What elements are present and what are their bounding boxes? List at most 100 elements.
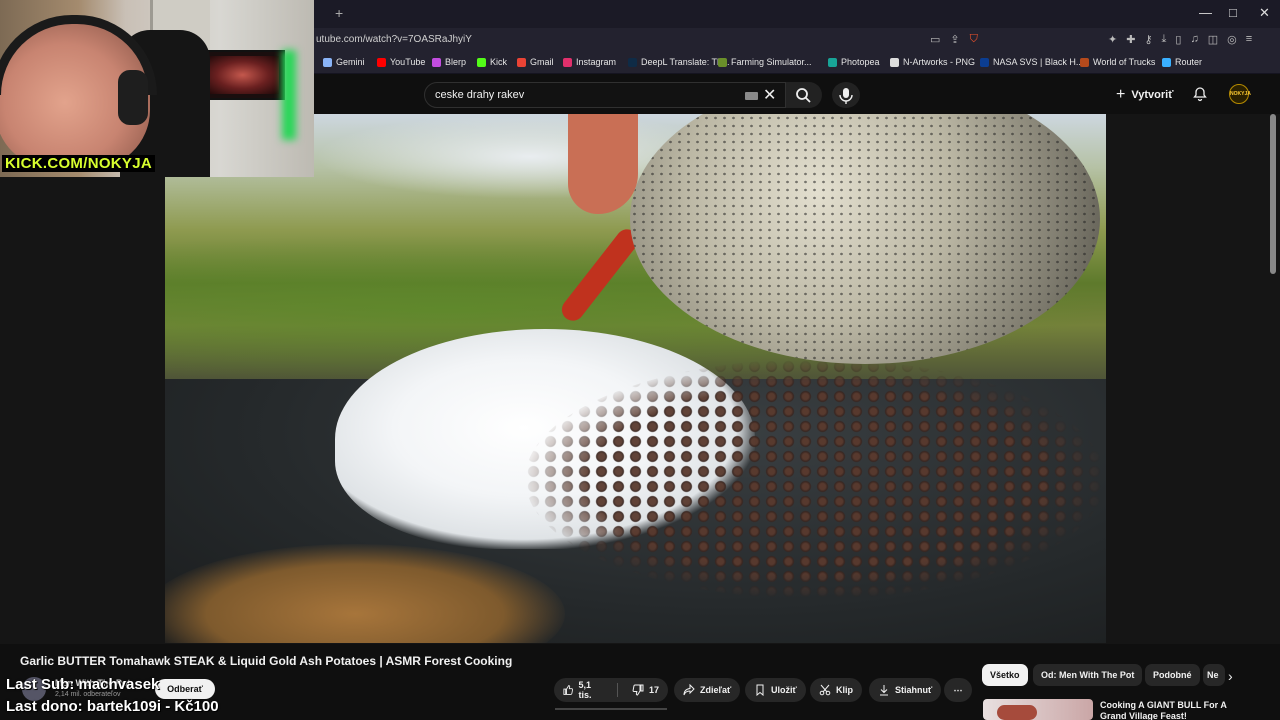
microphone-icon	[839, 88, 853, 104]
webcam-monitor	[200, 50, 285, 100]
bookmark-favicon-icon	[1162, 57, 1171, 67]
subscribe-button[interactable]: Odberať	[155, 679, 215, 699]
chip-all[interactable]: Všetko	[982, 664, 1028, 686]
save-button[interactable]: Uložiť	[745, 678, 806, 702]
kick-channel-label: KICK.COM/NOKYJA	[2, 155, 156, 172]
brave-shield-icon[interactable]: ⛉	[970, 33, 978, 46]
dislike-count: 17	[648, 685, 659, 695]
search-input[interactable]: ceske drahy rakev ✕	[424, 82, 786, 108]
scissors-icon	[819, 684, 831, 696]
like-button[interactable]: 5,1 tis.	[554, 678, 612, 702]
bookmark-label: YouTube	[390, 57, 426, 67]
bookmark-favicon-icon	[323, 57, 332, 67]
video-stage	[0, 114, 1280, 644]
url-actions: ▭ ⇪ ⛉	[930, 33, 978, 46]
maximize-button[interactable]: □	[1229, 5, 1237, 20]
like-ratio-bar	[555, 708, 667, 710]
toolbar-icons: ✦ ✚ ⚷ ⤓ ▯ ♫ ◫ ◎ ≡	[1108, 33, 1252, 46]
bookmark-item[interactable]: World of Trucks	[1080, 57, 1155, 67]
search-button[interactable]	[786, 82, 822, 108]
bookmark-label: Router	[1175, 57, 1203, 67]
menu-icon[interactable]: ≡	[1246, 33, 1252, 46]
extension-icon[interactable]: ✦	[1108, 33, 1117, 46]
bookmark-favicon-icon	[377, 57, 386, 67]
key-icon[interactable]: ⚷	[1144, 33, 1152, 46]
music-icon[interactable]: ♫	[1190, 33, 1198, 46]
download-icon[interactable]: ⤓	[1162, 33, 1167, 46]
chip-related[interactable]: Podobné	[1145, 664, 1200, 686]
bookmark-item[interactable]: DeepL Translate: Th...	[628, 57, 730, 67]
bookmark-item[interactable]: Farming Simulator...	[718, 57, 812, 67]
search-icon	[796, 88, 811, 103]
trash-icon[interactable]: ▯	[1175, 33, 1181, 46]
more-icon: ⋯	[953, 684, 963, 695]
bookmark-item[interactable]: Gemini	[323, 57, 365, 67]
bookmark-label: N-Artworks - PNG	[903, 57, 975, 67]
bookmark-label: NASA SVS | Black H...	[993, 57, 1084, 67]
bookmark-label: Kick	[490, 57, 508, 67]
close-window-button[interactable]: ✕	[1259, 5, 1270, 21]
wallet-icon[interactable]: ◎	[1227, 33, 1237, 46]
create-button[interactable]: + Vytvoriť	[1116, 86, 1174, 104]
more-actions-button[interactable]: ⋯	[944, 678, 972, 702]
bookmark-item[interactable]: Router	[1162, 57, 1202, 67]
share-icon[interactable]: ⇪	[950, 33, 959, 46]
bookmark-favicon-icon	[477, 57, 486, 67]
clip-button[interactable]: Klip	[810, 678, 862, 702]
video-title: Garlic BUTTER Tomahawk STEAK & Liquid Go…	[20, 654, 513, 668]
bookmark-item[interactable]: Photopea	[828, 57, 880, 67]
minimize-button[interactable]: —	[1199, 5, 1212, 20]
bookmark-item[interactable]: Gmail	[517, 57, 554, 67]
chip-from-channel[interactable]: Od: Men With The Pot	[1033, 664, 1143, 686]
bookmark-favicon-icon	[828, 57, 837, 67]
bookmark-label: DeepL Translate: Th...	[641, 57, 730, 67]
stream-last-sub: Last Sub: machvasek	[6, 676, 160, 693]
new-tab-button[interactable]: +	[335, 5, 343, 21]
bookmark-label: Farming Simulator...	[731, 57, 812, 67]
share-button[interactable]: Zdieľať	[674, 678, 741, 702]
screen-icon[interactable]: ▭	[930, 33, 940, 46]
chevron-right-icon[interactable]: ›	[1228, 668, 1233, 684]
download-button[interactable]: Stiahnuť	[869, 678, 942, 702]
recommendation-thumbnail[interactable]	[983, 699, 1093, 720]
bookmark-favicon-icon	[718, 57, 727, 67]
thumbs-up-icon	[563, 685, 574, 695]
dislike-button[interactable]: 17	[623, 678, 668, 702]
search-query: ceske drahy rakev	[435, 89, 525, 101]
keyboard-icon[interactable]	[745, 92, 758, 100]
page-scrollbar[interactable]	[1270, 114, 1276, 274]
bookmark-item[interactable]: NASA SVS | Black H...	[980, 57, 1083, 67]
stream-last-donation: Last dono: bartek109i - Kč100	[6, 698, 219, 715]
clear-search-icon[interactable]: ✕	[763, 85, 776, 105]
bell-icon	[1193, 87, 1207, 102]
recommendation-title[interactable]: Cooking A GIANT BULL For A Grand Village…	[1100, 700, 1230, 720]
bookmark-item[interactable]: N-Artworks - PNG	[890, 57, 975, 67]
webcam-green-light	[282, 50, 296, 140]
sidebar-icon[interactable]: ◫	[1208, 33, 1218, 46]
bookmark-label: Blerp	[445, 57, 467, 67]
download-label: Stiahnuť	[895, 685, 933, 695]
video-hand	[568, 114, 638, 214]
create-label: Vytvoriť	[1131, 89, 1174, 101]
bookmark-item[interactable]: Instagram	[563, 57, 616, 67]
bookmark-item[interactable]: Blerp	[432, 57, 466, 67]
video-info: Garlic BUTTER Tomahawk STEAK & Liquid Go…	[0, 644, 1280, 720]
video-peppercorns	[525, 359, 1105, 599]
bookmark-label: Photopea	[841, 57, 880, 67]
account-avatar[interactable]: NOKYJA	[1229, 84, 1251, 104]
video-player[interactable]	[165, 114, 1106, 643]
bookmark-label: Instagram	[576, 57, 617, 67]
bookmark-favicon-icon	[890, 57, 899, 67]
bookmark-label: Gmail	[530, 57, 554, 67]
bookmark-item[interactable]: YouTube	[377, 57, 425, 67]
bookmark-item[interactable]: Kick	[477, 57, 507, 67]
url-field[interactable]: utube.com/watch?v=7OASRaJhyiY	[316, 34, 472, 45]
bookmark-icon	[756, 684, 764, 696]
notifications-button[interactable]	[1192, 86, 1208, 107]
puzzle-icon[interactable]: ✚	[1126, 33, 1135, 46]
bookmark-favicon-icon	[517, 57, 526, 67]
bookmark-favicon-icon	[563, 57, 572, 67]
chip-partial[interactable]: Ne	[1203, 664, 1225, 686]
voice-search-button[interactable]	[832, 82, 860, 108]
bookmark-favicon-icon	[432, 57, 441, 67]
